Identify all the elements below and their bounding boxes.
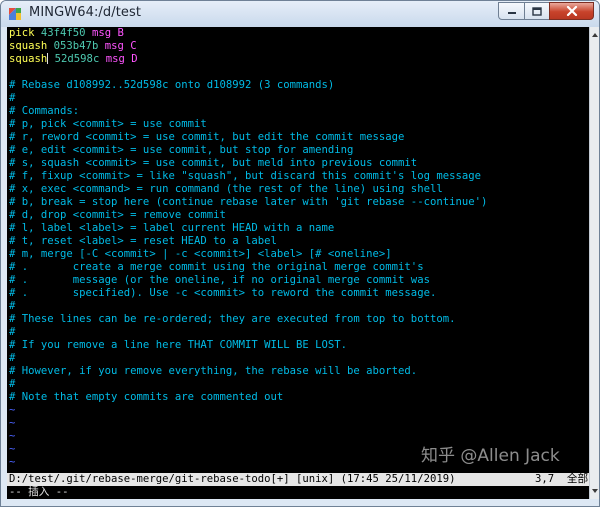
- comment-line: # s, squash <commit> = use commit, but m…: [9, 157, 418, 169]
- vim-status-line: D:/test/.git/rebase-merge/git-rebase-tod…: [7, 473, 589, 486]
- window-bottom-border: [1, 499, 599, 506]
- comment-line: # b, break = stop here (continue rebase …: [9, 196, 488, 208]
- comment-line: #: [9, 300, 16, 312]
- comment-line: # . create a merge commit using the orig…: [9, 261, 424, 273]
- comment-line: #: [9, 326, 16, 338]
- comment-line: # r, reword <commit> = use commit, but e…: [9, 131, 405, 143]
- close-button[interactable]: [549, 2, 594, 20]
- todo-sha: 43f4f50: [40, 27, 86, 39]
- comment-line: #: [9, 92, 16, 104]
- todo-command: pick: [9, 27, 35, 39]
- empty-line-marker: ~: [9, 417, 16, 429]
- terminal-area[interactable]: pick 43f4f50 msg B squash 053b47b msg C …: [7, 27, 589, 499]
- chevron-up-icon: [592, 33, 598, 37]
- comment-line: # p, pick <commit> = use commit: [9, 118, 207, 130]
- comment-line: # m, merge [-C <commit> | -c <commit>] <…: [9, 248, 392, 260]
- todo-sha: 053b47b: [53, 40, 99, 52]
- window-title: MINGW64:/d/test: [29, 5, 142, 20]
- scroll-down-button[interactable]: [591, 485, 599, 497]
- status-position: 3,7 全部: [535, 473, 589, 485]
- vim-mode-indicator: -- 插入 --: [9, 486, 69, 498]
- text-cursor: [47, 53, 49, 64]
- minimize-icon: [507, 12, 516, 14]
- terminal-window: MINGW64:/d/test pick 43f4f50 msg B squas…: [0, 0, 600, 507]
- todo-line[interactable]: squash 053b47b msg C: [9, 40, 589, 53]
- vertical-scrollbar[interactable]: [589, 27, 599, 499]
- comment-line: # e, edit <commit> = use commit, but sto…: [9, 144, 354, 156]
- comment-line: #: [9, 352, 16, 364]
- watermark: 知乎 @Allen Jack: [421, 446, 560, 466]
- comment-line: # . specified). Use -c <commit> to rewor…: [9, 287, 437, 299]
- todo-line[interactable]: squash 52d598c msg D: [9, 53, 589, 66]
- chevron-down-icon: [592, 489, 598, 493]
- close-icon: [566, 6, 577, 16]
- comment-line: # If you remove a line here THAT COMMIT …: [9, 339, 348, 351]
- maximize-button[interactable]: [524, 2, 550, 20]
- todo-message: msg B: [91, 27, 124, 39]
- mingw-terminal-icon: [9, 8, 21, 20]
- todo-line[interactable]: pick 43f4f50 msg B: [9, 27, 589, 40]
- comment-line: # d, drop <commit> = remove commit: [9, 209, 226, 221]
- comment-line: # f, fixup <commit> = like "squash", but…: [9, 170, 481, 182]
- todo-command: squash: [9, 40, 48, 52]
- minimize-button[interactable]: [498, 2, 525, 20]
- status-file-info: D:/test/.git/rebase-merge/git-rebase-tod…: [9, 473, 456, 485]
- comment-line: # x, exec <command> = run command (the r…: [9, 183, 443, 195]
- comment-line: # l, label <label> = label current HEAD …: [9, 222, 335, 234]
- todo-message: msg C: [104, 40, 137, 52]
- editor-buffer[interactable]: pick 43f4f50 msg B squash 053b47b msg C …: [9, 27, 589, 469]
- todo-message: msg D: [105, 53, 138, 65]
- comment-line: # These lines can be re-ordered; they ar…: [9, 313, 456, 325]
- comment-line: # . message (or the oneline, if no origi…: [9, 274, 430, 286]
- empty-line-marker: ~: [9, 404, 16, 416]
- comment-line: # Rebase d108992..52d598c onto d108992 (…: [9, 79, 335, 91]
- comment-line: # Commands:: [9, 105, 80, 117]
- todo-command: squash: [9, 53, 48, 65]
- maximize-icon: [532, 6, 542, 16]
- comment-line: # t, reset <label> = reset HEAD to a lab…: [9, 235, 277, 247]
- todo-sha: 52d598c: [54, 53, 100, 65]
- comment-line: #: [9, 378, 16, 390]
- comment-line: # However, if you remove everything, the…: [9, 365, 418, 377]
- scroll-up-button[interactable]: [591, 29, 599, 41]
- title-bar[interactable]: MINGW64:/d/test: [1, 1, 599, 27]
- comment-line: # Note that empty commits are commented …: [9, 391, 284, 403]
